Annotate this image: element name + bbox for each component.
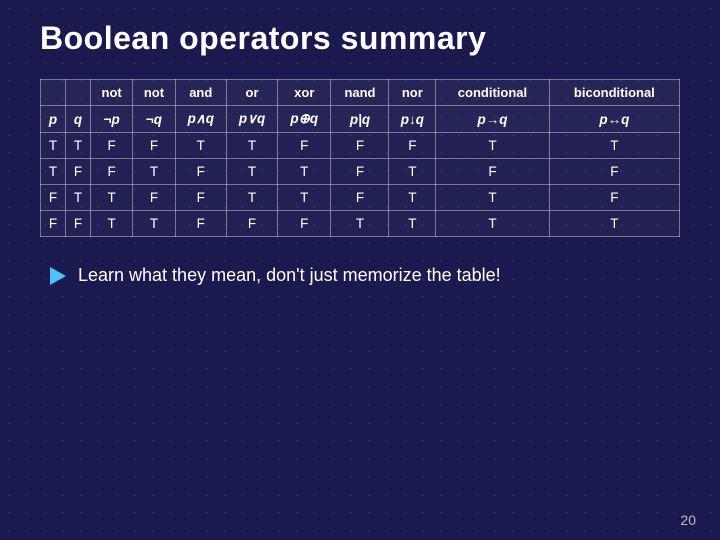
bullet-icon xyxy=(50,267,66,285)
table-row: T F F T F T T F T F F xyxy=(41,159,680,185)
cell-ft-nor: T xyxy=(389,185,436,211)
cell-tt-or: T xyxy=(226,133,277,159)
table-subheader-row: p q ¬p ¬q p∧q p∨q p⊕q p|q p↓q p→q p↔q xyxy=(41,106,680,133)
cell-tt-p: T xyxy=(41,133,66,159)
cell-ff-xor: F xyxy=(278,211,331,237)
cell-ff-cond: T xyxy=(436,211,550,237)
cell-ff-nor: T xyxy=(389,211,436,237)
subheader-notp: ¬p xyxy=(90,106,132,133)
cell-tf-xor: T xyxy=(278,159,331,185)
cell-tf-notq: T xyxy=(133,159,175,185)
cell-ff-p: F xyxy=(41,211,66,237)
cell-ft-notp: T xyxy=(90,185,132,211)
cell-ft-nand: F xyxy=(331,185,389,211)
header-cell-nand: nand xyxy=(331,80,389,106)
cell-tt-cond: T xyxy=(436,133,550,159)
cell-tt-xor: F xyxy=(278,133,331,159)
header-cell-empty1 xyxy=(41,80,66,106)
cell-tf-nor: T xyxy=(389,159,436,185)
header-cell-xor: xor xyxy=(278,80,331,106)
page-number: 20 xyxy=(680,512,696,528)
subheader-q: q xyxy=(65,106,90,133)
cell-ft-xor: T xyxy=(278,185,331,211)
table-row: F F T T F F F T T T T xyxy=(41,211,680,237)
cell-tf-p: T xyxy=(41,159,66,185)
cell-tf-nand: F xyxy=(331,159,389,185)
cell-ft-or: T xyxy=(226,185,277,211)
cell-ft-notq: F xyxy=(133,185,175,211)
header-cell-not2: not xyxy=(133,80,175,106)
cell-tt-notp: F xyxy=(90,133,132,159)
subheader-notq: ¬q xyxy=(133,106,175,133)
cell-tf-notp: F xyxy=(90,159,132,185)
cell-tf-cond: F xyxy=(436,159,550,185)
cell-ff-notq: T xyxy=(133,211,175,237)
cell-ff-or: F xyxy=(226,211,277,237)
subheader-nand: p|q xyxy=(331,106,389,133)
cell-ff-notp: T xyxy=(90,211,132,237)
main-container: Boolean operators summary not not and or… xyxy=(0,0,720,306)
subheader-xor: p⊕q xyxy=(278,106,331,133)
cell-ff-and: F xyxy=(175,211,226,237)
cell-ft-and: F xyxy=(175,185,226,211)
subheader-nor: p↓q xyxy=(389,106,436,133)
cell-tf-and: F xyxy=(175,159,226,185)
table-header-row: not not and or xor nand nor conditional … xyxy=(41,80,680,106)
cell-tf-or: T xyxy=(226,159,277,185)
cell-tt-q: T xyxy=(65,133,90,159)
cell-ft-bicond: F xyxy=(549,185,679,211)
cell-tt-bicond: T xyxy=(549,133,679,159)
header-cell-conditional: conditional xyxy=(436,80,550,106)
cell-ft-p: F xyxy=(41,185,66,211)
header-cell-or: or xyxy=(226,80,277,106)
cell-tf-q: F xyxy=(65,159,90,185)
cell-tt-nand: F xyxy=(331,133,389,159)
cell-tt-and: T xyxy=(175,133,226,159)
header-cell-and: and xyxy=(175,80,226,106)
cell-ff-bicond: T xyxy=(549,211,679,237)
cell-tt-nor: F xyxy=(389,133,436,159)
cell-ff-nand: T xyxy=(331,211,389,237)
subheader-or: p∨q xyxy=(226,106,277,133)
subheader-bicond: p↔q xyxy=(549,106,679,133)
boolean-table: not not and or xor nand nor conditional … xyxy=(40,79,680,237)
subheader-and: p∧q xyxy=(175,106,226,133)
cell-ft-cond: T xyxy=(436,185,550,211)
table-row: T T F F T T F F F T T xyxy=(41,133,680,159)
cell-tf-bicond: F xyxy=(549,159,679,185)
page-title: Boolean operators summary xyxy=(40,20,680,57)
bottom-text-container: Learn what they mean, don't just memoriz… xyxy=(50,265,680,286)
subheader-p: p xyxy=(41,106,66,133)
table-row: F T T F F T T F T T F xyxy=(41,185,680,211)
cell-ft-q: T xyxy=(65,185,90,211)
header-cell-empty2 xyxy=(65,80,90,106)
bottom-text-label: Learn what they mean, don't just memoriz… xyxy=(78,265,501,286)
cell-ff-q: F xyxy=(65,211,90,237)
subheader-cond: p→q xyxy=(436,106,550,133)
cell-tt-notq: F xyxy=(133,133,175,159)
header-cell-not1: not xyxy=(90,80,132,106)
header-cell-nor: nor xyxy=(389,80,436,106)
header-cell-biconditional: biconditional xyxy=(549,80,679,106)
